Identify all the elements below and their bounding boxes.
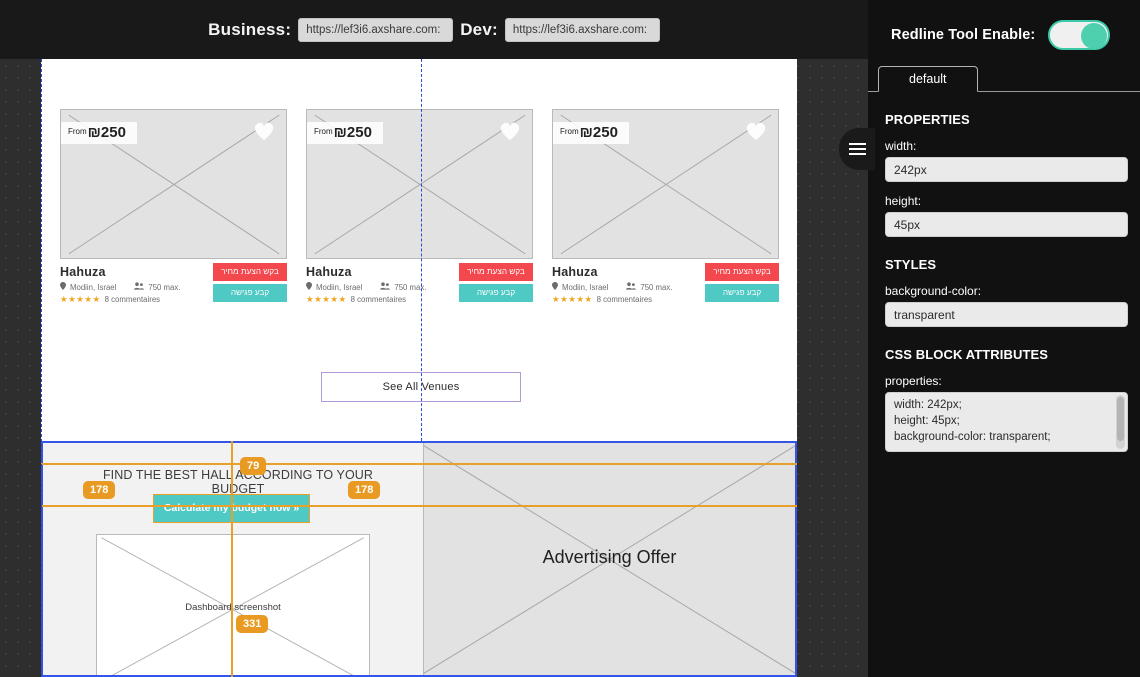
people-icon <box>626 282 637 292</box>
venue-card-body: Hahuza Modiin, Israel 750 max. ★★★★★ 8 c… <box>306 259 533 311</box>
background-color-input[interactable]: transparent <box>885 302 1128 327</box>
redline-tool-label: Redline Tool Enable: <box>891 27 1036 43</box>
venue-card[interactable]: From₪250 Hahuza Modiin, Israel 750 max. … <box>552 109 779 311</box>
star-rating-icon: ★★★★★ <box>306 294 347 304</box>
panel-toggle-hamburger-icon[interactable] <box>839 128 875 170</box>
price-value: ₪250 <box>87 124 126 141</box>
schedule-meeting-button[interactable]: קבע פגישה <box>459 284 533 302</box>
venue-image-placeholder: From₪250 <box>552 109 779 259</box>
dashboard-image-placeholder: Dashboard screenshot <box>96 534 370 675</box>
prototype-url-bar: Business: https://lef3i6.axshare.com: De… <box>0 0 868 59</box>
redline-badge[interactable]: 178 <box>348 481 381 500</box>
star-rating-icon: ★★★★★ <box>60 294 101 304</box>
budget-left-column: FIND THE BEST HALL ACCORDING TO YOUR BUD… <box>43 443 423 675</box>
venue-capacity: 750 max. <box>640 282 673 292</box>
venue-comments: 8 commentaires <box>596 295 653 304</box>
request-quote-button[interactable]: בקש הצעת מחיר <box>705 263 779 281</box>
favorite-heart-icon[interactable] <box>498 120 522 146</box>
see-all-venues-button[interactable]: See All Venues <box>321 372 521 402</box>
dashboard-image-label: Dashboard screenshot <box>185 602 281 613</box>
venue-image-placeholder: From₪250 <box>60 109 287 259</box>
css-properties-label: properties: <box>885 374 942 388</box>
styles-heading: STYLES <box>885 257 937 272</box>
people-icon <box>134 282 145 292</box>
redline-tool-row: Redline Tool Enable: <box>868 0 1140 56</box>
favorite-heart-icon[interactable] <box>252 120 276 146</box>
venue-card[interactable]: From₪250 Hahuza Modiin, Israel 750 max. … <box>60 109 287 311</box>
advertising-offer-placeholder: Advertising Offer <box>423 443 795 675</box>
venue-card-actions: בקש הצעת מחיר קבע פגישה <box>213 263 287 305</box>
venue-card-body: Hahuza Modiin, Israel 750 max. ★★★★★ 8 c… <box>552 259 779 311</box>
venue-location: Modiin, Israel <box>70 282 117 292</box>
people-icon <box>380 282 391 292</box>
toggle-knob <box>1081 23 1108 49</box>
width-label: width: <box>885 139 917 153</box>
venue-card-actions: בקש הצעת מחיר קבע פגישה <box>705 263 779 305</box>
schedule-meeting-button[interactable]: קבע פגישה <box>213 284 287 302</box>
price-badge: From₪250 <box>61 122 137 144</box>
venue-card[interactable]: From₪250 Hahuza Modiin, Israel 750 max. … <box>306 109 533 311</box>
dev-url-field[interactable]: https://lef3i6.axshare.com: <box>504 17 660 42</box>
venue-comments: 8 commentaires <box>104 295 161 304</box>
css-textarea-scrollbar[interactable] <box>1116 395 1125 449</box>
location-pin-icon <box>306 282 312 292</box>
price-value: ₪250 <box>333 124 372 141</box>
location-pin-icon <box>552 282 558 292</box>
redline-guide-horizontal <box>41 463 797 465</box>
properties-heading: PROPERTIES <box>885 112 970 127</box>
dev-url-label: Dev: <box>460 19 498 39</box>
schedule-meeting-button[interactable]: קבע פגישה <box>705 284 779 302</box>
venue-capacity: 750 max. <box>148 282 181 292</box>
height-input[interactable]: 45px <box>885 212 1128 237</box>
venue-card-list: From₪250 Hahuza Modiin, Israel 750 max. … <box>60 109 780 311</box>
price-from-label: From <box>314 127 333 136</box>
price-badge: From₪250 <box>553 122 629 144</box>
redline-badge[interactable]: 178 <box>83 481 116 500</box>
price-from-label: From <box>560 127 579 136</box>
budget-section[interactable]: FIND THE BEST HALL ACCORDING TO YOUR BUD… <box>41 441 797 677</box>
redline-guide-vertical <box>231 441 233 677</box>
advertising-offer-label: Advertising Offer <box>542 547 677 567</box>
background-color-label: background-color: <box>885 284 982 298</box>
inspector-panel: Redline Tool Enable: default PROPERTIES … <box>839 0 1140 677</box>
request-quote-button[interactable]: בקש הצעת מחיר <box>213 263 287 281</box>
width-input[interactable]: 242px <box>885 157 1128 182</box>
favorite-heart-icon[interactable] <box>744 120 768 146</box>
price-from-label: From <box>68 127 87 136</box>
business-url-label: Business: <box>208 19 292 39</box>
height-label: height: <box>885 194 922 208</box>
inspector-tabs: default <box>868 65 1140 92</box>
css-properties-textarea[interactable]: width: 242px; height: 45px; background-c… <box>885 392 1128 452</box>
css-properties-text: width: 242px; height: 45px; background-c… <box>894 399 1051 443</box>
location-pin-icon <box>60 282 66 292</box>
venue-image-placeholder: From₪250 <box>306 109 533 259</box>
venue-card-actions: בקש הצעת מחיר קבע פגישה <box>459 263 533 305</box>
request-quote-button[interactable]: בקש הצעת מחיר <box>459 263 533 281</box>
star-rating-icon: ★★★★★ <box>552 294 593 304</box>
venue-location: Modiin, Israel <box>562 282 609 292</box>
business-url-field[interactable]: https://lef3i6.axshare.com: <box>298 17 454 42</box>
venue-card-body: Hahuza Modiin, Israel 750 max. ★★★★★ 8 c… <box>60 259 287 311</box>
redline-guide-horizontal <box>41 505 797 507</box>
redline-tool-toggle[interactable] <box>1048 20 1111 50</box>
venue-comments: 8 commentaires <box>350 295 407 304</box>
css-block-attributes-heading: CSS BLOCK ATTRIBUTES <box>885 347 1049 362</box>
redline-badge[interactable]: 331 <box>236 615 269 634</box>
tab-default[interactable]: default <box>878 66 978 92</box>
app-root: From₪250 Hahuza Modiin, Israel 750 max. … <box>0 0 1140 677</box>
venue-capacity: 750 max. <box>394 282 427 292</box>
venue-location: Modiin, Israel <box>316 282 363 292</box>
price-value: ₪250 <box>579 124 618 141</box>
budget-headline: FIND THE BEST HALL ACCORDING TO YOUR BUD… <box>102 468 374 496</box>
redline-badge[interactable]: 79 <box>240 457 267 476</box>
price-badge: From₪250 <box>307 122 383 144</box>
